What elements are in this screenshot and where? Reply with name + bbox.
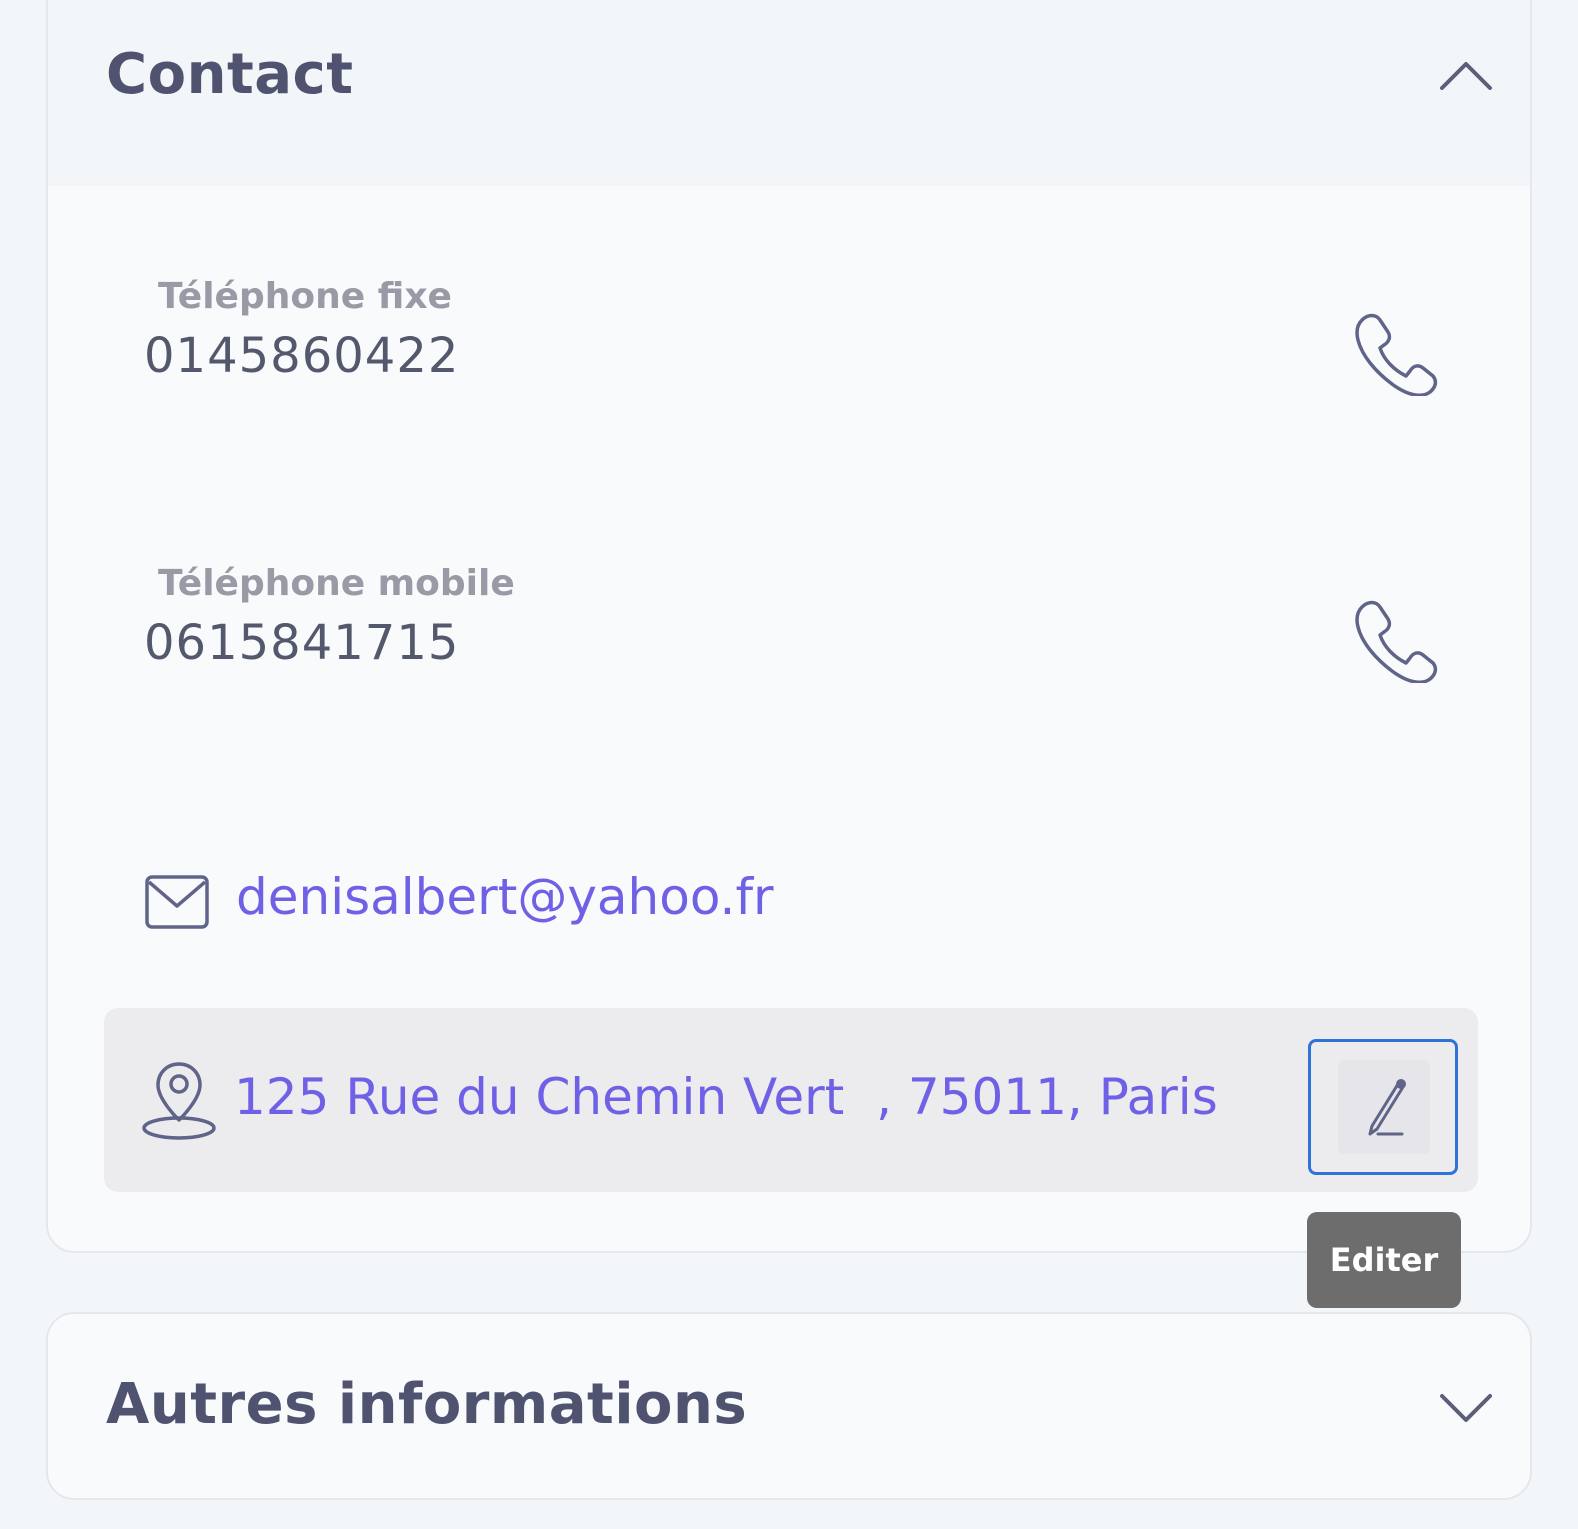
fixed-phone-value: 0145860422 — [144, 328, 460, 384]
edit-tooltip: Editer — [1307, 1212, 1461, 1308]
mail-icon — [145, 875, 209, 929]
edit-button-surface[interactable] — [1338, 1060, 1430, 1154]
mobile-phone-label: Téléphone mobile — [158, 563, 515, 604]
other-info-section-title: Autres informations — [106, 1372, 748, 1437]
map-pin-icon — [142, 1062, 216, 1140]
phone-icon[interactable] — [1348, 593, 1438, 683]
email-link[interactable]: denisalbert@yahoo.fr — [236, 868, 774, 926]
edit-address-button[interactable] — [1308, 1039, 1458, 1175]
pencil-icon — [1368, 1079, 1406, 1136]
chevron-up-icon[interactable] — [1438, 60, 1494, 92]
phone-icon[interactable] — [1348, 306, 1438, 396]
fixed-phone-label: Téléphone fixe — [158, 276, 452, 317]
other-info-section[interactable]: Autres informations — [46, 1312, 1532, 1500]
mobile-phone-value: 0615841715 — [144, 615, 460, 671]
contact-section: Contact Téléphone fixe 0145860422 Téléph… — [46, 0, 1532, 1253]
contact-section-header[interactable]: Contact — [48, 0, 1530, 186]
contact-section-title: Contact — [106, 42, 354, 107]
address-row: 125 Rue du Chemin Vert , 75011, Paris — [104, 1008, 1478, 1192]
chevron-down-icon[interactable] — [1438, 1392, 1494, 1424]
address-text[interactable]: 125 Rue du Chemin Vert , 75011, Paris — [234, 1068, 1218, 1126]
